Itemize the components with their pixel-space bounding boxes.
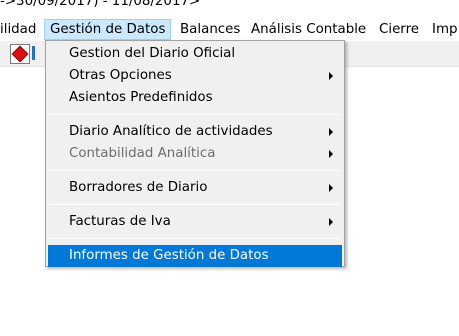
menu-separator — [49, 170, 340, 171]
menu-balances[interactable]: Balances — [174, 19, 246, 40]
submenu-arrow-icon — [329, 184, 333, 192]
menu-item-asientos-predefinidos[interactable]: Asientos Predefinidos — [48, 87, 342, 109]
menu-separator — [49, 238, 340, 239]
menu-item-label: Asientos Predefinidos — [69, 90, 213, 105]
menu-item-otras-opciones[interactable]: Otras Opciones — [48, 65, 342, 87]
submenu-arrow-icon — [329, 218, 333, 226]
stop-icon — [12, 46, 28, 62]
menu-bar: ilidad Gestión de Datos Balances Análisi… — [0, 19, 459, 40]
menu-item-gestion-diario-oficial[interactable]: Gestion del Diario Oficial — [48, 43, 342, 65]
stop-button[interactable] — [10, 44, 30, 64]
menu-item-label: Facturas de Iva — [69, 214, 171, 229]
menu-item-facturas-de-iva[interactable]: Facturas de Iva — [48, 211, 342, 233]
menu-separator — [49, 114, 340, 115]
menu-item-diario-analitico[interactable]: Diario Analítico de actividades — [48, 121, 342, 143]
menu-cierre[interactable]: Cierre — [373, 19, 425, 40]
menu-item-label: Gestion del Diario Oficial — [69, 46, 236, 61]
submenu-arrow-icon — [329, 72, 333, 80]
menu-item-label: Otras Opciones — [69, 68, 172, 83]
menu-imp[interactable]: Imp — [426, 19, 459, 40]
menu-item-label: Borradores de Diario — [69, 180, 208, 195]
menu-analisis-contable[interactable]: Análisis Contable — [245, 19, 372, 40]
menu-gestion-de-datos[interactable]: Gestión de Datos — [44, 19, 172, 40]
window-title-fragment: ->30/09/2017) - 11/08/2017> — [0, 0, 201, 9]
menu-item-label: Contabilidad Analítica — [69, 146, 216, 161]
menu-separator — [49, 204, 340, 205]
submenu-arrow-icon — [329, 128, 333, 136]
toolbar-button-icon[interactable] — [32, 46, 40, 60]
menu-item-informes-gestion-datos[interactable]: Informes de Gestión de Datos — [48, 245, 342, 267]
menu-item-borradores-de-diario[interactable]: Borradores de Diario — [48, 177, 342, 199]
menu-item-label: Diario Analítico de actividades — [69, 124, 273, 139]
gestion-de-datos-dropdown: Gestion del Diario Oficial Otras Opcione… — [45, 40, 345, 267]
menu-item-contabilidad-analitica: Contabilidad Analítica — [48, 143, 342, 165]
menu-item-label: Informes de Gestión de Datos — [69, 248, 269, 263]
menu-utilidad[interactable]: ilidad — [0, 19, 42, 40]
submenu-arrow-icon — [329, 150, 333, 158]
